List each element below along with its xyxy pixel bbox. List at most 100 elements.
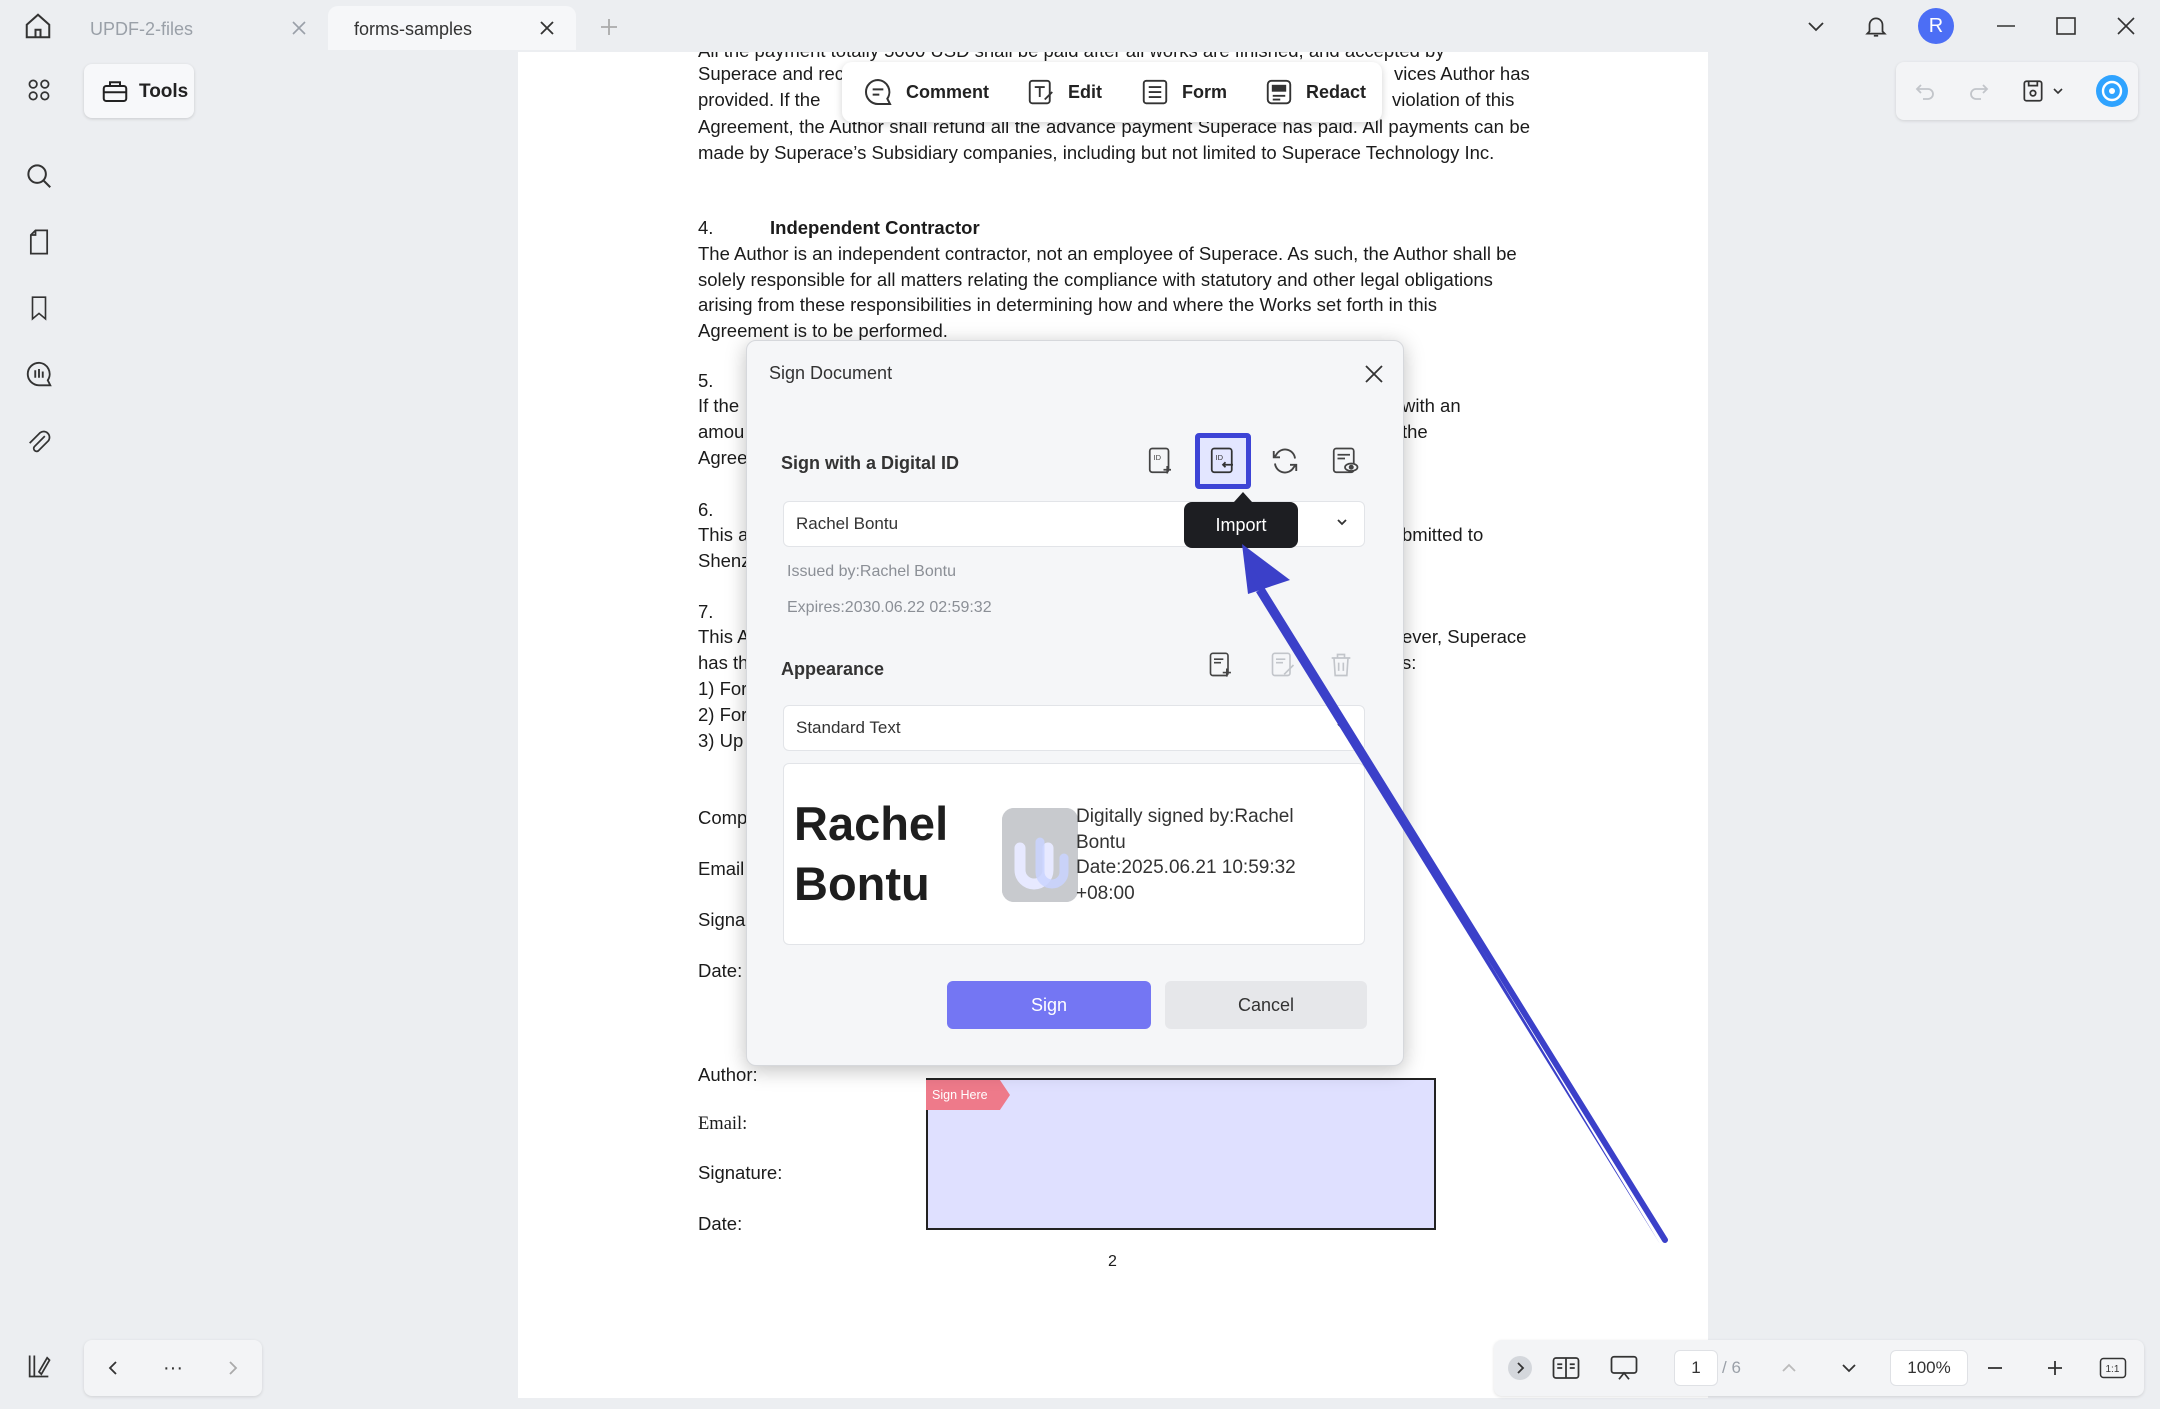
attachment-icon[interactable] [19, 422, 59, 462]
redact-icon [1266, 79, 1292, 105]
left-sidebar [0, 52, 78, 1409]
doc-text: ever, Superace [1402, 626, 1527, 647]
doc-text: 1) For [698, 678, 748, 699]
section-number: 5. [698, 370, 714, 391]
page-number: 2 [1108, 1253, 1117, 1270]
redact-button[interactable]: Redact [1264, 76, 1366, 108]
close-icon[interactable] [534, 15, 560, 41]
preview-signature-info: Digitally signed by:Rachel Bontu Date:20… [1076, 804, 1336, 906]
thumbnail-nav: ··· [84, 1340, 262, 1396]
close-icon[interactable] [1359, 359, 1389, 389]
bell-icon[interactable] [1854, 8, 1898, 44]
redact-label: Redact [1306, 81, 1367, 102]
collapse-toolbar-icon[interactable] [1506, 1353, 1534, 1383]
edit-appearance-icon[interactable] [1265, 647, 1301, 683]
digital-id-value: Rachel Bontu [796, 514, 899, 533]
view-id-icon[interactable] [1327, 443, 1363, 479]
date-label: Date: [698, 1213, 743, 1234]
comment-button[interactable]: Comment [862, 76, 989, 108]
section-number: 6. [698, 499, 714, 520]
chevron-down-icon [1334, 514, 1350, 535]
appearance-select[interactable]: Standard Text [783, 705, 1365, 751]
comment-list-icon[interactable] [19, 354, 59, 394]
zoom-level[interactable]: 100% [1890, 1350, 1968, 1386]
doc-text: has th [698, 652, 749, 673]
edit-text-icon [1028, 79, 1053, 105]
grid-icon[interactable] [19, 70, 59, 110]
doc-text: bmitted to [1402, 524, 1484, 545]
edit-button[interactable]: Edit [1026, 76, 1102, 108]
tools-button[interactable]: Tools [84, 64, 194, 118]
chevron-right-icon[interactable] [218, 1354, 248, 1382]
save-icon[interactable] [2018, 76, 2048, 106]
edit-toolbar: Comment Edit Form Redact [842, 62, 1382, 122]
search-icon[interactable] [19, 156, 59, 196]
expires-text: Expires:2030.06.22 02:59:32 [787, 599, 992, 616]
next-page-icon[interactable] [1834, 1353, 1864, 1383]
minimize-icon[interactable] [1984, 8, 2028, 44]
actual-size-icon[interactable]: 1:1 [2098, 1353, 2128, 1383]
window-close-icon[interactable] [2104, 8, 2148, 44]
signature-label: Signature: [698, 1162, 783, 1183]
chevron-down-icon[interactable] [1794, 8, 1838, 44]
email-label: Email: [698, 1114, 748, 1134]
page-icon[interactable] [19, 222, 59, 262]
previous-page-icon[interactable] [1774, 1353, 1804, 1383]
doc-text: s: [1402, 652, 1417, 673]
undo-icon[interactable] [1910, 76, 1940, 106]
title-bar: UPDF-2-files forms-samples R [0, 0, 2160, 52]
zoom-in-icon[interactable] [2040, 1353, 2070, 1383]
user-avatar[interactable]: R [1918, 8, 1954, 44]
form-button[interactable]: Form [1140, 76, 1227, 108]
new-tab-plus-icon[interactable] [594, 12, 624, 42]
section-number: 4. [698, 217, 714, 238]
home-icon[interactable] [18, 8, 58, 44]
bookmark-icon[interactable] [19, 288, 59, 328]
form-label: Form [1182, 81, 1227, 102]
sign-button[interactable]: Sign [947, 981, 1151, 1029]
doc-text: the [1402, 421, 1428, 442]
zoom-out-icon[interactable] [1980, 1353, 2010, 1383]
close-icon[interactable] [286, 15, 312, 41]
preview-signer-name: Rachel Bontu [794, 797, 949, 910]
ai-assistant-icon[interactable] [2094, 73, 2130, 109]
doc-text: Shenz [698, 550, 751, 571]
redo-icon[interactable] [1964, 76, 1994, 106]
doc-text: If the [698, 395, 740, 416]
add-digital-id-icon[interactable]: ID [1143, 443, 1179, 479]
refresh-icon[interactable] [1267, 443, 1303, 479]
chevron-left-icon[interactable] [98, 1354, 128, 1382]
tab-label: UPDF-2-files [90, 19, 194, 39]
sidebar-toggle-icon[interactable] [19, 1346, 59, 1386]
doc-paragraph: The Author is an independent contractor,… [698, 243, 1517, 341]
svg-text:1:1: 1:1 [2106, 1364, 2120, 1375]
doc-text: Agree [698, 447, 748, 468]
comment-label: Comment [906, 81, 990, 102]
save-dropdown-icon[interactable] [2048, 76, 2068, 106]
author-label: Author: [698, 1064, 758, 1085]
cancel-button[interactable]: Cancel [1165, 981, 1367, 1029]
issued-by-text: Issued by:Rachel Bontu [787, 563, 956, 580]
doc-text: Signa [698, 909, 746, 930]
more-button[interactable]: ··· [158, 1354, 188, 1382]
chevron-down-icon [1334, 718, 1350, 739]
doc-text: provided. If the [698, 89, 821, 110]
maximize-icon[interactable] [2044, 8, 2088, 44]
tab-forms-samples[interactable]: forms-samples [328, 6, 576, 50]
import-digital-id-button[interactable]: ID [1195, 433, 1251, 489]
trash-icon[interactable] [1323, 647, 1359, 683]
page-layout-icon[interactable] [1548, 1353, 1584, 1383]
total-pages: / 6 [1722, 1358, 1741, 1377]
updf-logo-icon [1002, 808, 1078, 902]
add-appearance-icon[interactable] [1203, 647, 1239, 683]
doc-text: Comp [698, 807, 748, 828]
toolbox-icon [102, 81, 128, 102]
page-controls: 1 / 6 100% 1:1 [1494, 1340, 2144, 1396]
section-title: Independent Contractor [770, 217, 980, 238]
tab-label: forms-samples [354, 19, 473, 39]
current-page-input[interactable]: 1 [1674, 1350, 1718, 1386]
tab-updf-2-files[interactable]: UPDF-2-files [64, 6, 324, 50]
presentation-icon[interactable] [1606, 1353, 1642, 1383]
sign-document-dialog: Sign Document Sign with a Digital ID ID … [746, 340, 1404, 1066]
doc-text: 2) For [698, 704, 748, 725]
